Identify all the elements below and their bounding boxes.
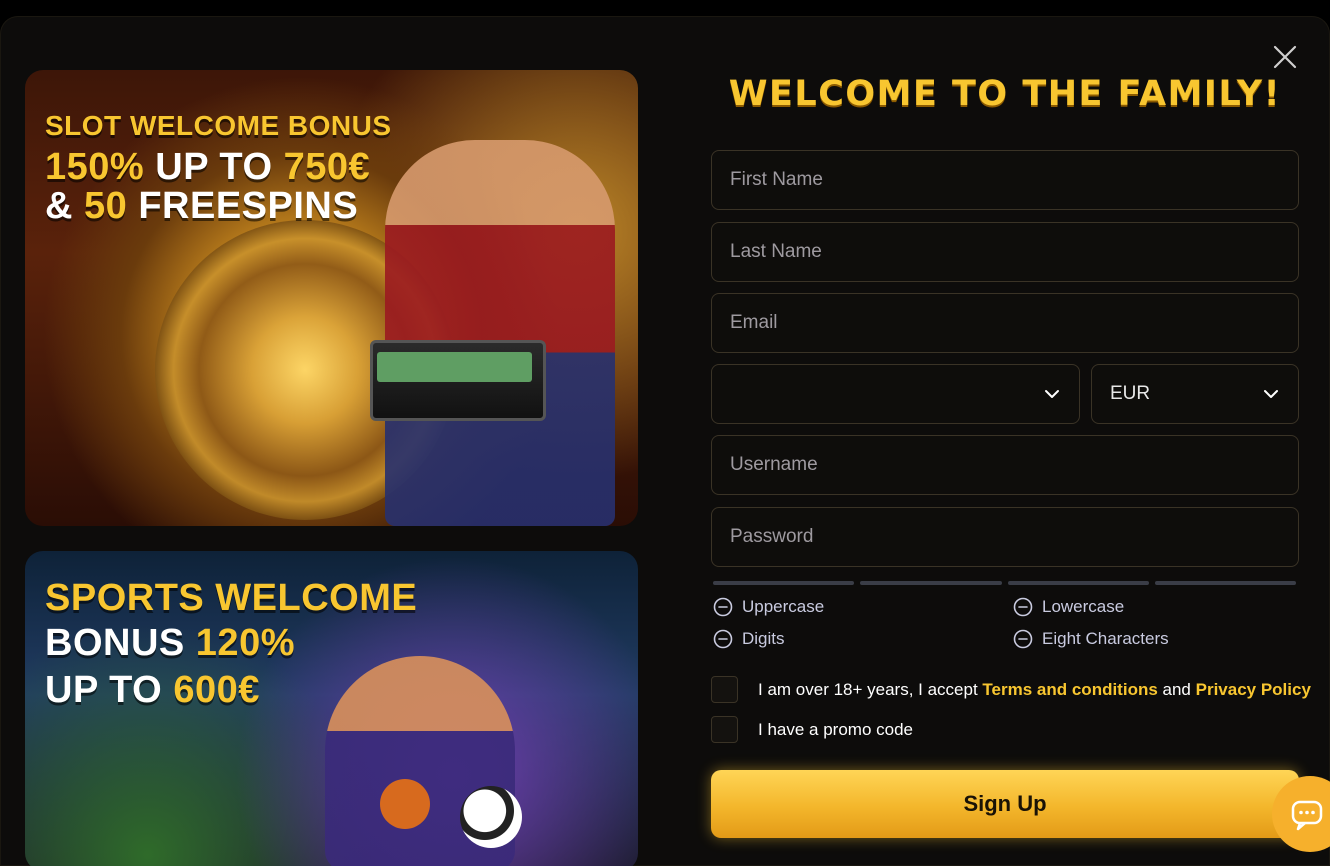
strength-segment [860, 581, 1002, 585]
username-field[interactable] [711, 435, 1299, 495]
cash-image [377, 352, 532, 382]
promo-code-label: I have a promo code [758, 719, 913, 739]
chat-icon [1291, 800, 1323, 831]
minus-circle-icon [1013, 629, 1033, 649]
sports-bonus-amount: UP TO 600€ [45, 669, 260, 711]
first-name-field[interactable] [711, 150, 1299, 210]
username-input[interactable] [712, 436, 1298, 494]
rule-eight-characters: Eight Characters [1013, 629, 1169, 649]
password-field[interactable] [711, 507, 1299, 567]
rule-lowercase: Lowercase [1013, 597, 1124, 617]
chevron-down-icon [1045, 390, 1059, 398]
slot-bonus-heading: SLOT WELCOME BONUS [45, 110, 392, 141]
terms-label: I am over 18+ years, I accept Terms and … [758, 679, 1311, 699]
terms-checkbox[interactable] [711, 676, 738, 703]
minus-circle-icon [713, 597, 733, 617]
sports-bonus-heading: SPORTS WELCOME [45, 577, 418, 619]
slot-welcome-banner: SLOT WELCOME BONUS 150% UP TO 750€ & 50 … [25, 70, 638, 526]
sports-welcome-banner: SPORTS WELCOME BONUS 120% UP TO 600€ [25, 551, 638, 866]
last-name-input[interactable] [712, 223, 1298, 281]
promo-code-checkbox[interactable] [711, 716, 738, 743]
basketball-image [380, 779, 430, 829]
minus-circle-icon [713, 629, 733, 649]
registration-modal: SLOT WELCOME BONUS 150% UP TO 750€ & 50 … [0, 16, 1330, 866]
strength-segment [1154, 581, 1296, 585]
email-input[interactable] [712, 294, 1298, 352]
last-name-field[interactable] [711, 222, 1299, 282]
minus-circle-icon [1013, 597, 1033, 617]
close-icon [1273, 45, 1297, 69]
gangster-character-image [385, 140, 615, 526]
strength-segment [1007, 581, 1149, 585]
rule-uppercase: Uppercase [713, 597, 824, 617]
password-input[interactable] [712, 508, 1298, 566]
slot-freespins: & 50 FREESPINS [45, 185, 359, 227]
email-field[interactable] [711, 293, 1299, 353]
soccer-ball-image [460, 786, 522, 848]
sports-bonus-percent: BONUS 120% [45, 622, 295, 664]
close-button[interactable] [1270, 42, 1300, 72]
slot-bonus-amount: 150% UP TO 750€ [45, 146, 371, 188]
currency-select[interactable]: EUR [1091, 364, 1299, 424]
promo-code-row: I have a promo code [711, 716, 913, 743]
chevron-down-icon [1264, 390, 1278, 398]
privacy-link[interactable]: Privacy Policy [1196, 680, 1311, 699]
first-name-input[interactable] [712, 151, 1298, 209]
form-title: WELCOME TO THE FAMILY! [728, 74, 1282, 114]
terms-row: I am over 18+ years, I accept Terms and … [711, 676, 1311, 703]
strength-segment [713, 581, 855, 585]
rule-digits: Digits [713, 629, 785, 649]
currency-value: EUR [1110, 383, 1151, 404]
country-select[interactable] [711, 364, 1080, 424]
signup-button[interactable]: Sign Up [711, 770, 1299, 838]
password-strength-meter [713, 581, 1296, 585]
terms-link[interactable]: Terms and conditions [982, 680, 1157, 699]
